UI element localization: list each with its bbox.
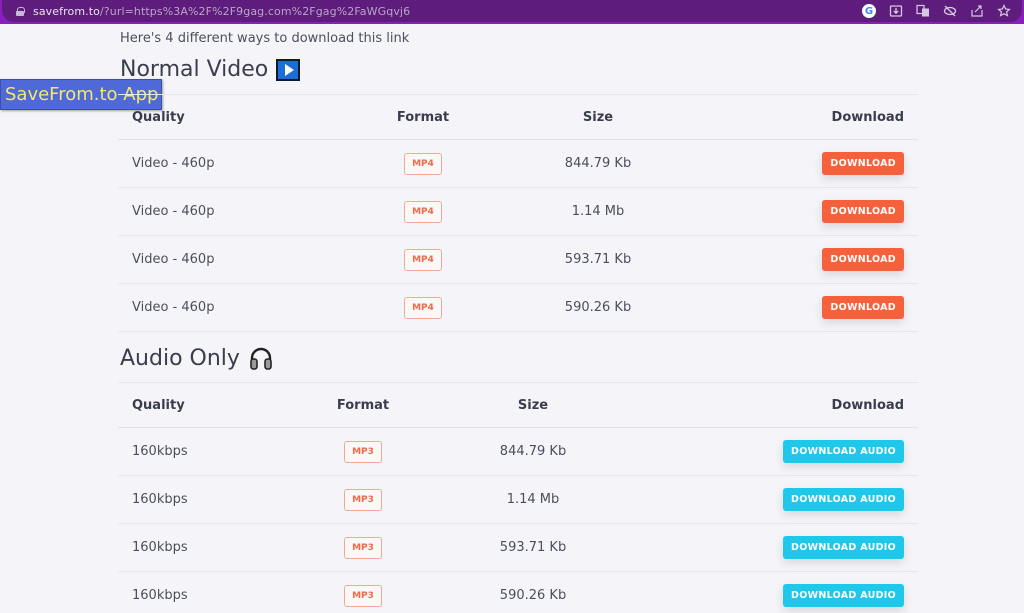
download-button[interactable]: DOWNLOAD (822, 200, 904, 223)
table-row: 160kbps MP3 590.26 Kb DOWNLOAD AUDIO (118, 571, 918, 613)
address-bar-actions: G (861, 3, 1012, 19)
format-badge: MP3 (344, 584, 382, 607)
format-badge: MP3 (344, 440, 382, 463)
size-cell: 844.79 Kb (428, 427, 638, 476)
address-bar[interactable]: savefrom.to/?url=https%3A%2F%2F9gag.com%… (2, 0, 1022, 22)
header-format: Format (358, 94, 488, 140)
table-header-row: Quality Format Size Download (118, 382, 918, 428)
url-text[interactable]: savefrom.to/?url=https%3A%2F%2F9gag.com%… (33, 5, 410, 18)
size-cell: 1.14 Mb (488, 187, 708, 236)
google-lens-icon[interactable]: G (861, 3, 877, 19)
quality-cell: 160kbps (118, 427, 298, 476)
download-audio-button[interactable]: DOWNLOAD AUDIO (783, 536, 904, 559)
format-badge: MP3 (344, 536, 382, 559)
format-badge: MP4 (404, 248, 442, 271)
lock-icon[interactable] (16, 6, 25, 16)
table-row: 160kbps MP3 1.14 Mb DOWNLOAD AUDIO (118, 475, 918, 524)
install-app-icon[interactable] (888, 3, 904, 19)
header-size: Size (428, 382, 638, 428)
translate-icon[interactable] (915, 3, 931, 19)
audio-only-heading: Audio Only (120, 345, 274, 371)
size-cell: 590.26 Kb (488, 283, 708, 332)
header-size: Size (488, 94, 708, 140)
browser-toolbar: savefrom.to/?url=https%3A%2F%2F9gag.com%… (0, 0, 1024, 24)
play-button-icon (276, 58, 301, 81)
quality-cell: 160kbps (118, 571, 298, 613)
tracking-protection-icon[interactable] (942, 3, 958, 19)
audio-download-table: Quality Format Size Download 160kbps MP3… (118, 382, 918, 613)
quality-cell: Video - 460p (118, 139, 358, 188)
audio-only-title: Audio Only (120, 345, 240, 371)
bookmark-star-icon[interactable] (996, 3, 1012, 19)
share-icon[interactable] (969, 3, 985, 19)
size-cell: 1.14 Mb (428, 475, 638, 524)
download-audio-button[interactable]: DOWNLOAD AUDIO (783, 440, 904, 463)
format-badge: MP4 (404, 200, 442, 223)
format-badge: MP4 (404, 152, 442, 175)
size-cell: 590.26 Kb (428, 571, 638, 613)
header-download: Download (638, 382, 918, 428)
header-quality: Quality (118, 382, 298, 428)
quality-cell: Video - 460p (118, 187, 358, 236)
download-button[interactable]: DOWNLOAD (822, 152, 904, 175)
size-cell: 593.71 Kb (488, 235, 708, 284)
table-row: Video - 460p MP4 1.14 Mb DOWNLOAD (118, 187, 918, 236)
format-badge: MP4 (404, 296, 442, 319)
download-audio-button[interactable]: DOWNLOAD AUDIO (783, 488, 904, 511)
quality-cell: Video - 460p (118, 235, 358, 284)
header-format: Format (298, 382, 428, 428)
size-cell: 593.71 Kb (428, 523, 638, 572)
size-cell: 844.79 Kb (488, 139, 708, 188)
download-audio-button[interactable]: DOWNLOAD AUDIO (783, 584, 904, 607)
table-row: Video - 460p MP4 593.71 Kb DOWNLOAD (118, 235, 918, 284)
intro-text: Here's 4 different ways to download this… (120, 31, 410, 46)
table-row: 160kbps MP3 844.79 Kb DOWNLOAD AUDIO (118, 427, 918, 476)
video-download-table: Quality Format Size Download Video - 460… (118, 94, 918, 332)
table-row: Video - 460p MP4 844.79 Kb DOWNLOAD (118, 139, 918, 188)
headphones-icon (250, 347, 272, 370)
table-row: 160kbps MP3 593.71 Kb DOWNLOAD AUDIO (118, 523, 918, 572)
header-download: Download (708, 94, 918, 140)
url-domain: savefrom.to (33, 4, 100, 18)
quality-cell: 160kbps (118, 523, 298, 572)
header-quality: Quality (118, 94, 358, 140)
url-path: /?url=https%3A%2F%2F9gag.com%2Fgag%2FaWG… (100, 4, 411, 18)
download-button[interactable]: DOWNLOAD (822, 296, 904, 319)
quality-cell: Video - 460p (118, 283, 358, 332)
download-button[interactable]: DOWNLOAD (822, 248, 904, 271)
table-header-row: Quality Format Size Download (118, 94, 918, 140)
quality-cell: 160kbps (118, 475, 298, 524)
format-badge: MP3 (344, 488, 382, 511)
table-row: Video - 460p MP4 590.26 Kb DOWNLOAD (118, 283, 918, 332)
